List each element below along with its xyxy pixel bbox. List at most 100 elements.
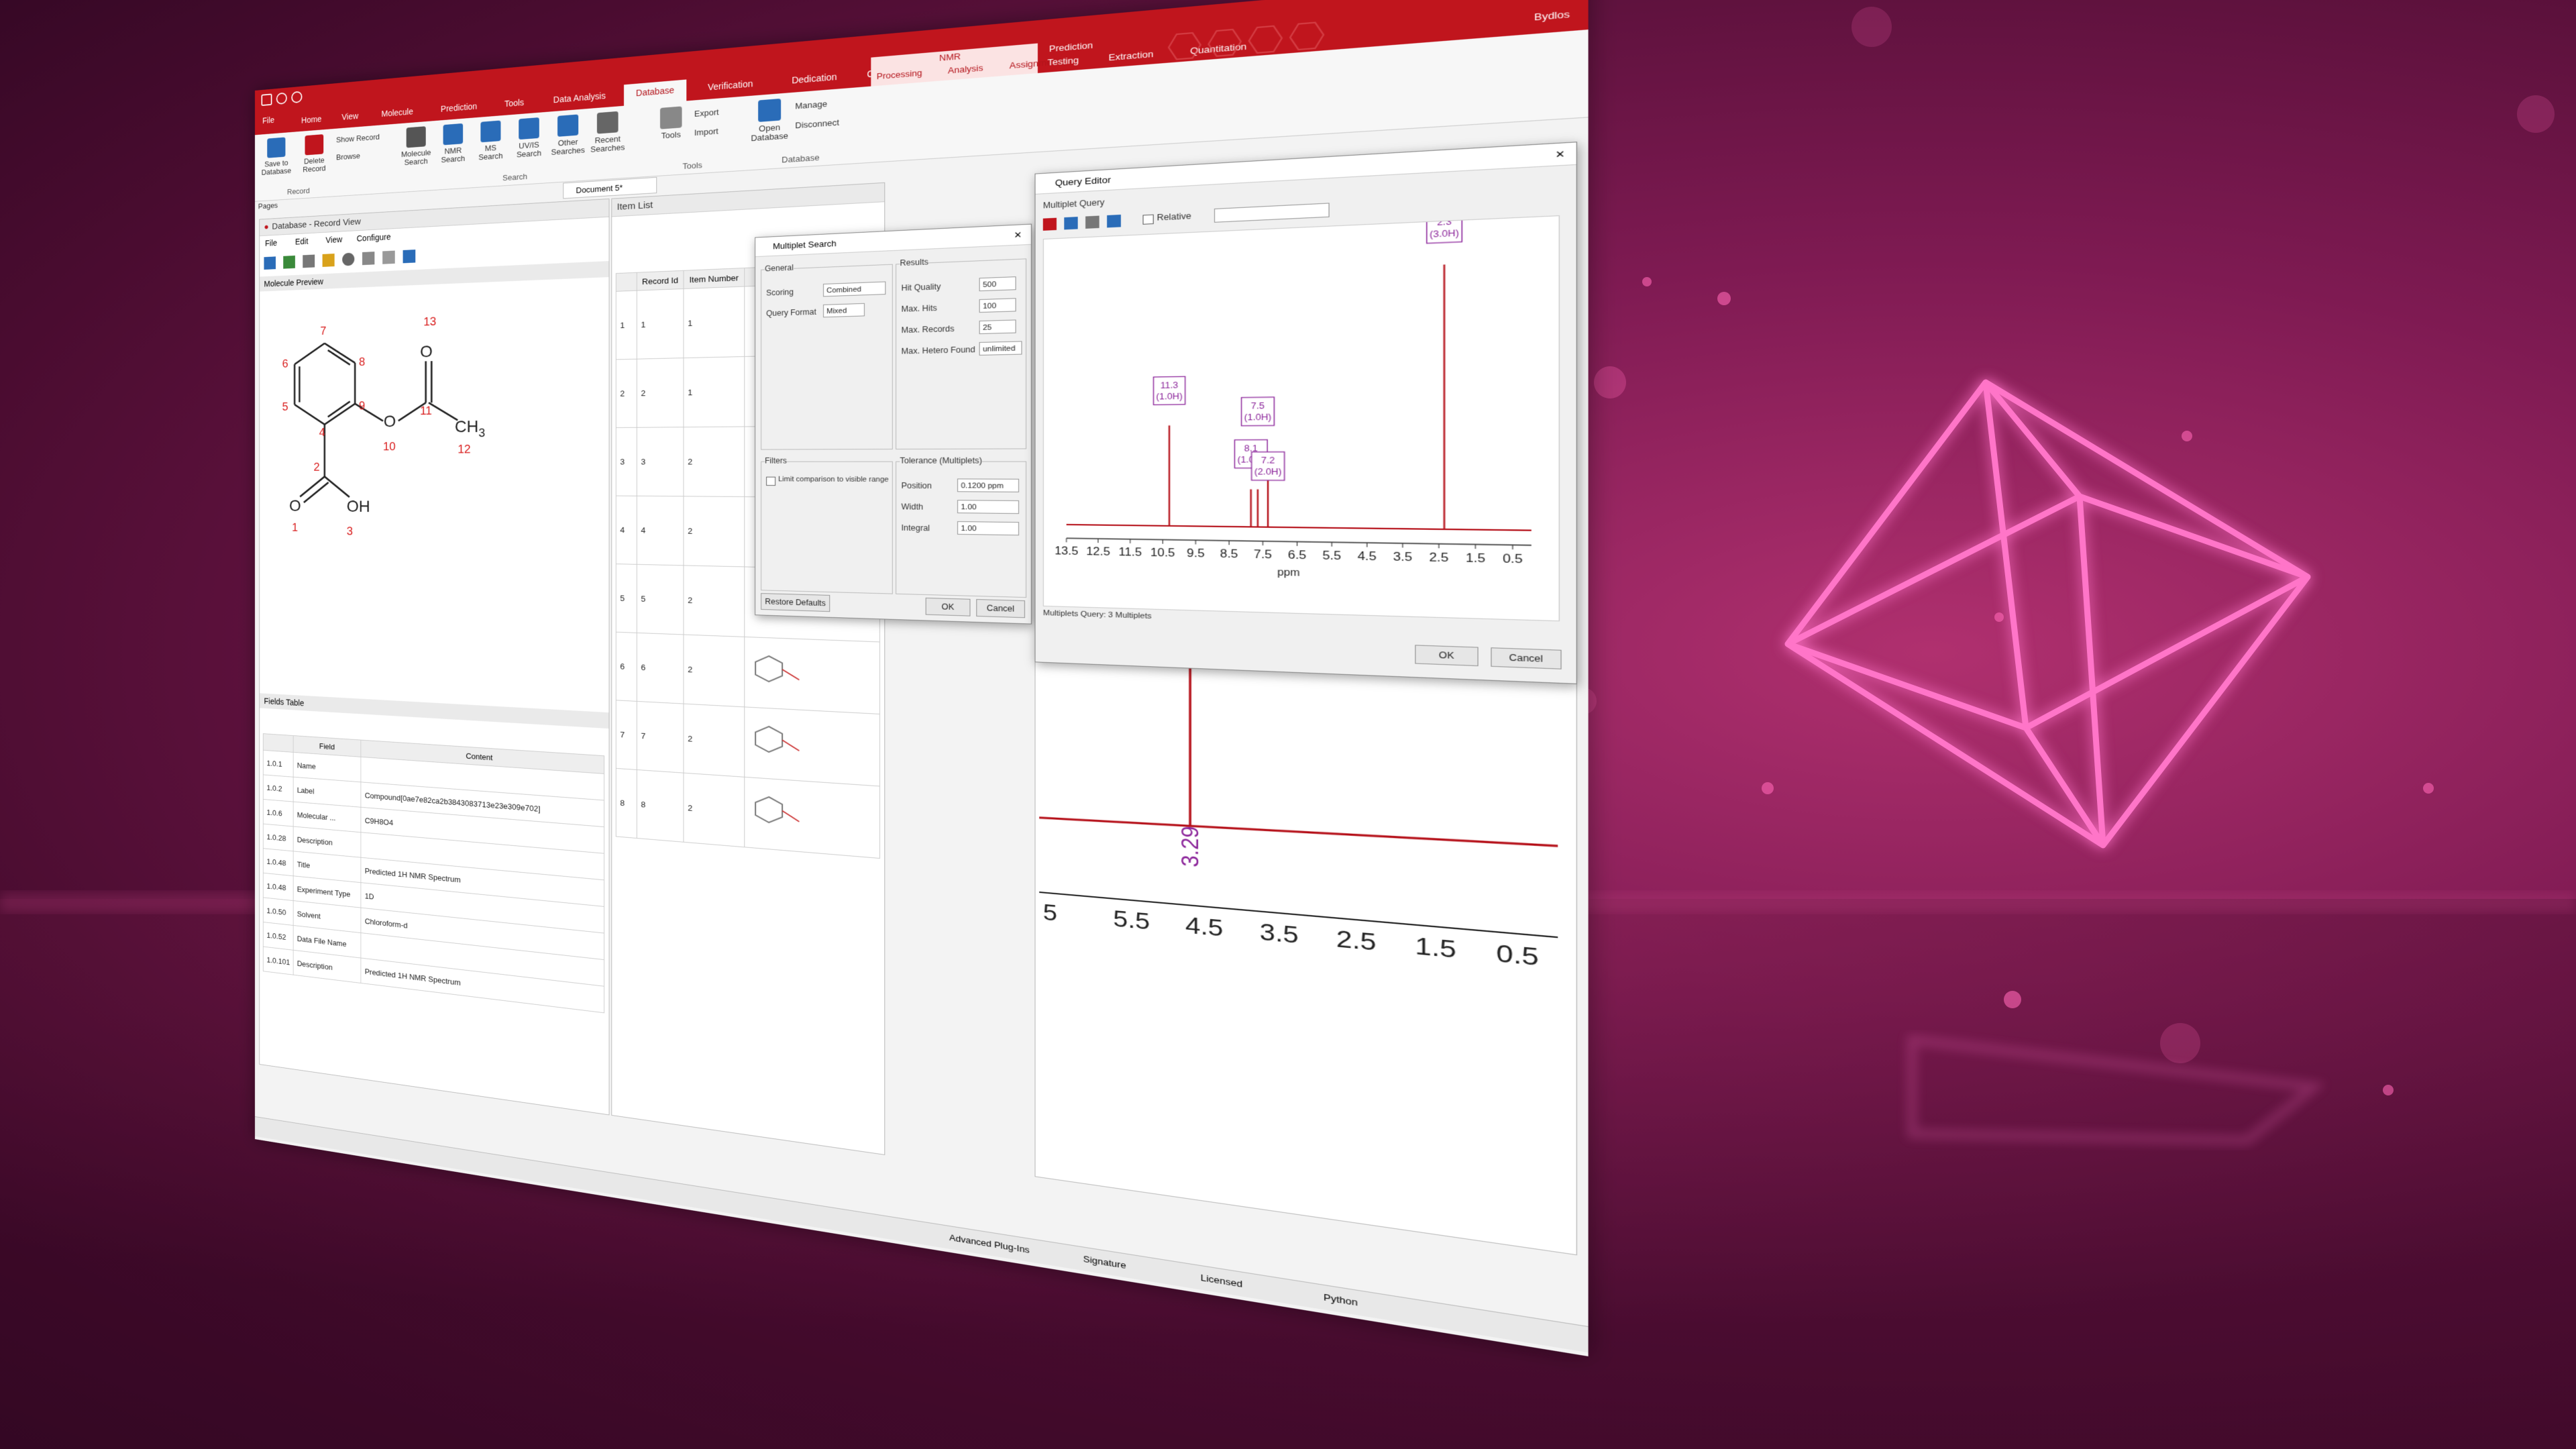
item-number: 2 — [688, 595, 693, 605]
disconnect-button[interactable]: Disconnect — [795, 117, 839, 130]
redo-icon[interactable] — [291, 91, 303, 104]
export-icon[interactable] — [402, 250, 416, 264]
open-database-button[interactable]: Open Database — [748, 98, 791, 144]
tab-tools[interactable]: Tools — [493, 92, 535, 116]
bottom-spectrum[interactable]: 3.29 5 5.5 4.5 3.5 2.5 1.5 0.5 — [1036, 648, 1567, 1013]
atom-o13: O — [420, 341, 433, 360]
integral-input[interactable]: 1.00 — [957, 521, 1020, 536]
scoring-select[interactable]: Combined — [823, 281, 886, 297]
tab-view[interactable]: View — [331, 106, 370, 129]
bottom-x-tick-label: 0.5 — [1496, 939, 1539, 971]
multiplet-dialog-title: Multiplet Search — [773, 238, 837, 252]
row-index: 1 — [616, 290, 637, 360]
file-menu[interactable]: File — [262, 115, 274, 125]
record-id: 6 — [637, 633, 684, 704]
max-hits-input[interactable]: 100 — [979, 298, 1016, 313]
ok-button[interactable]: OK — [925, 597, 971, 616]
move-icon[interactable] — [1085, 215, 1099, 229]
table-view-icon[interactable] — [264, 256, 276, 270]
close-icon[interactable]: ✕ — [1014, 225, 1022, 246]
query-format-select[interactable]: Mixed — [823, 303, 865, 318]
grid-icon[interactable] — [362, 252, 375, 266]
show-record-button[interactable]: Show Record — [336, 132, 380, 144]
cancel-button[interactable]: Cancel — [976, 599, 1025, 619]
user-name[interactable]: Bydlos — [1534, 9, 1570, 23]
browse-button[interactable]: Browse — [336, 151, 360, 162]
add-icon[interactable] — [283, 255, 295, 269]
atom-num-13: 13 — [423, 315, 436, 329]
item-number-cell: 2 — [683, 704, 745, 777]
item-number-cell: 1 — [683, 356, 745, 427]
peak-icon[interactable] — [1042, 217, 1057, 231]
tools-button[interactable]: Tools — [651, 105, 692, 141]
query-close-icon[interactable]: ✕ — [1555, 143, 1565, 166]
molecule-preview-title: Molecule Preview — [264, 276, 323, 289]
settings-icon[interactable] — [342, 252, 355, 266]
import-button[interactable]: Import — [694, 126, 718, 138]
limit-range-checkbox[interactable] — [766, 476, 776, 486]
search-btn-2[interactable]: MS Search — [472, 119, 510, 162]
record-group-label: Record — [286, 186, 310, 197]
search-btn-3[interactable]: UV/IS Search — [510, 117, 549, 160]
undo-icon[interactable] — [276, 92, 287, 105]
row-id: 1.0.1 — [263, 750, 294, 777]
query-dropdown[interactable] — [1214, 203, 1330, 223]
search-btn-5[interactable]: Recent Searches — [588, 111, 628, 154]
link-icon[interactable] — [303, 254, 315, 268]
position-input[interactable]: 0.1200 ppm — [957, 478, 1020, 492]
save-to-database-button[interactable]: Save to Database — [259, 137, 293, 177]
save-icon[interactable] — [261, 93, 272, 106]
general-label: General — [765, 263, 794, 274]
max-hetero-label: Max. Hetero Found — [901, 345, 975, 356]
status-python: Python — [1323, 1291, 1358, 1308]
rv-menu-file[interactable]: File — [265, 238, 277, 248]
zoom-icon[interactable] — [1064, 217, 1078, 230]
manage-button[interactable]: Manage — [795, 99, 827, 111]
bottom-x-ticks: 5 5.5 4.5 3.5 2.5 1.5 0.5 — [1043, 899, 1539, 971]
x-tick-label: 4.5 — [1358, 549, 1377, 563]
record-id: 8 — [637, 769, 684, 843]
query-status: Multiplets Query: 3 Multiplets — [1042, 608, 1152, 621]
search-btn-4[interactable]: Other Searches — [548, 113, 588, 157]
delete-record-button[interactable]: Delete Record — [297, 133, 331, 174]
max-records-input[interactable]: 25 — [979, 319, 1016, 335]
restore-defaults-button[interactable]: Restore Defaults — [761, 593, 830, 612]
rv-menu-configure[interactable]: Configure — [357, 232, 391, 244]
query-ok-button[interactable]: OK — [1415, 645, 1479, 667]
multiplet-query-label: Multiplet Query — [1042, 197, 1105, 211]
nmr-spectrum-chart[interactable]: 13.5 12.5 11.5 10.5 9.5 8.5 7.5 6.5 5.5 4.5 3.5 2.5… — [1042, 215, 1560, 622]
folder-icon[interactable] — [322, 254, 335, 267]
search-type-icon — [596, 111, 619, 134]
rv-menu-view[interactable]: View — [325, 235, 342, 245]
record-view-title: Database - Record View — [272, 216, 361, 232]
max-hetero-input[interactable]: unlimited — [979, 341, 1022, 356]
hit-quality-input[interactable]: 500 — [979, 276, 1016, 292]
atom-num-5: 5 — [282, 400, 288, 413]
atom-numbers: 1 2 3 4 5 6 7 8 9 10 11 12 13 — [282, 315, 471, 538]
rv-menu-edit[interactable]: Edit — [295, 236, 309, 246]
relative-checkbox[interactable] — [1142, 214, 1154, 225]
fields-table-title: Fields Table — [264, 696, 305, 708]
ctx-tab-processing[interactable]: Processing — [877, 68, 922, 81]
search-btn-1[interactable]: NMR Search — [435, 123, 472, 165]
tab-home[interactable]: Home — [292, 109, 331, 132]
item-number: 2 — [688, 803, 693, 813]
atom-num-11: 11 — [420, 405, 432, 418]
search-btn-0[interactable]: Molecule Search — [398, 125, 435, 167]
molecule-structure[interactable]: O O CH3 O OH 1 2 3 4 5 6 7 8 9 10 11 12 … — [260, 299, 606, 583]
export-button[interactable]: Export — [694, 107, 719, 119]
width-input[interactable]: 1.00 — [957, 500, 1020, 515]
atom-ch3: CH3 — [455, 417, 485, 440]
ctx-tab-analysis[interactable]: Analysis — [948, 62, 983, 75]
col-item-number: Item Number — [683, 268, 745, 289]
item-number-cell: 1 — [683, 286, 745, 358]
search-icon[interactable] — [382, 250, 395, 264]
cursor-icon[interactable] — [1107, 214, 1121, 228]
hit-quality-label: Hit Quality — [901, 282, 941, 293]
atom-num-3: 3 — [347, 525, 353, 538]
query-editor-title: Query Editor — [1055, 174, 1111, 189]
ctx2-tab-extraction[interactable]: Extraction — [1108, 49, 1153, 63]
query-cancel-button[interactable]: Cancel — [1491, 647, 1562, 669]
x-axis — [1067, 538, 1532, 545]
ctx2-tab-testing[interactable]: Testing — [1047, 55, 1079, 68]
